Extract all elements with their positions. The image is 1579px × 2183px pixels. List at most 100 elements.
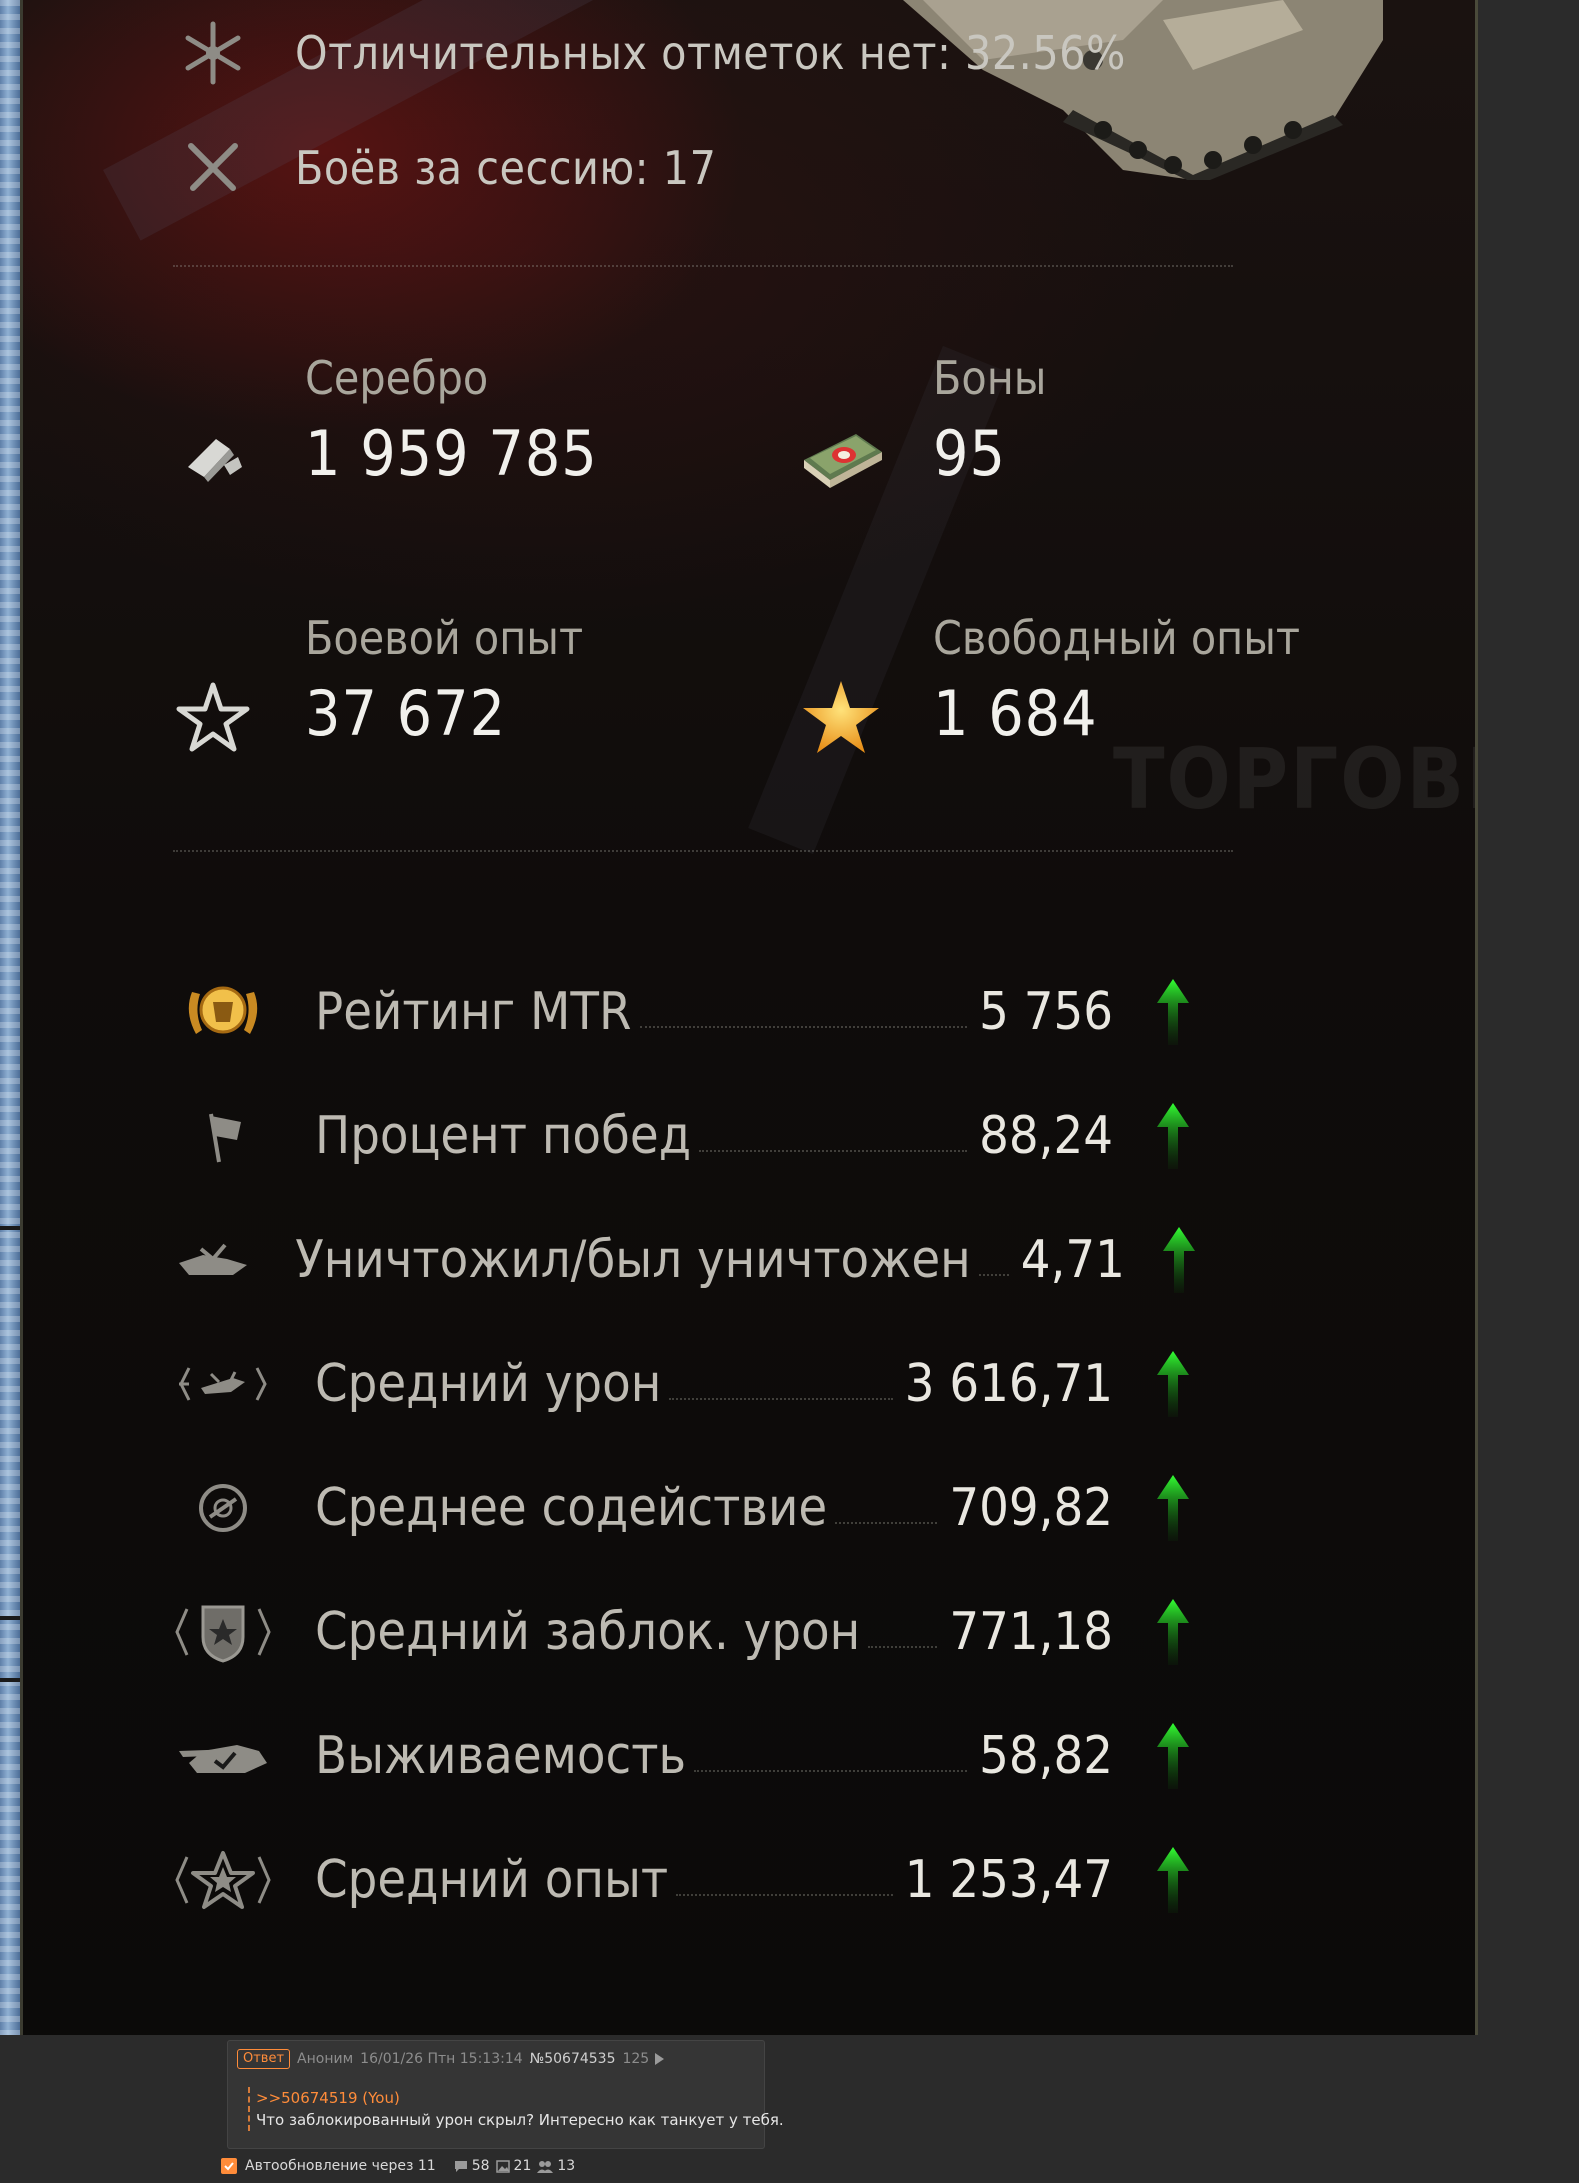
dotted-leader (699, 1150, 968, 1152)
stat-name: Средний опыт (315, 1850, 669, 1910)
star-outline-icon (163, 672, 263, 762)
stat-row-blocked-damage: Средний заблок. урон 771,18 (173, 1570, 1373, 1694)
stat-name: Уничтожил/был уничтожен (295, 1230, 971, 1290)
stat-row-kill-ratio: Уничтожил/был уничтожен 4,71 (173, 1198, 1373, 1322)
comment-icon (454, 2160, 468, 2173)
marks-text: Отличительных отметок нет: 32.56% (295, 26, 1126, 80)
silver-icon (163, 412, 263, 502)
trend-up-arrow-icon (1143, 1091, 1203, 1181)
star-gold-icon (791, 672, 891, 762)
marks-row: Отличительных отметок нет: 32.56% (173, 18, 1126, 88)
silver-value: 1 959 785 (305, 417, 598, 490)
avg-xp-icon (173, 1840, 273, 1920)
check-icon (224, 2162, 234, 2171)
destroyed-ratio-icon (173, 1220, 253, 1300)
screen: ТОРГОВЫ Отличительных (0, 0, 1579, 2183)
survival-icon (173, 1716, 273, 1796)
autoupdate-checkbox[interactable] (221, 2158, 237, 2174)
forum-post: Ответ Аноним 16/01/26 Птн 15:13:14 №5067… (227, 2040, 784, 2149)
trend-up-arrow-icon (1143, 967, 1203, 1057)
stat-value: 88,24 (979, 1106, 1113, 1166)
stat-value: 4,71 (1020, 1230, 1125, 1290)
users-count: 13 (557, 2158, 576, 2174)
blocked-damage-icon (173, 1592, 273, 1672)
stat-name: Среднее содействие (315, 1478, 828, 1538)
post-body: >>50674519 (You) Что заблокированный уро… (248, 2087, 784, 2131)
dotted-leader (835, 1522, 938, 1524)
users-icon (537, 2160, 554, 2173)
stat-row-avg-damage: Средний урон 3 616,71 (173, 1322, 1373, 1446)
stat-value: 1 253,47 (904, 1850, 1113, 1910)
battles-text: Боёв за сессию: 17 (295, 141, 717, 195)
trend-up-arrow-icon (1143, 1711, 1203, 1801)
left-edge-strip (0, 0, 20, 2035)
post-header: Ответ Аноним 16/01/26 Птн 15:13:14 №5067… (237, 2049, 665, 2069)
bonds-label: Боны (933, 351, 1047, 405)
separator (173, 850, 1233, 852)
stat-value: 5 756 (979, 982, 1113, 1042)
quote-link[interactable]: >>50674519 (You) (250, 2087, 784, 2109)
post-author: Аноним (297, 2051, 354, 2067)
assist-icon (173, 1468, 273, 1548)
free-xp-block: Свободный опыт 1 684 (791, 610, 1300, 762)
damage-icon (173, 1344, 273, 1424)
post-datetime: 16/01/26 Птн 15:13:14 (360, 2051, 523, 2067)
combat-xp-block: Боевой опыт 37 672 (163, 610, 583, 762)
dotted-leader (694, 1770, 968, 1772)
posts-count: 58 (471, 2158, 490, 2174)
trend-up-arrow-icon (1143, 1835, 1203, 1925)
stat-name: Рейтинг MTR (315, 982, 632, 1042)
stat-name: Средний урон (315, 1354, 662, 1414)
trend-up-arrow-icon (1143, 1339, 1203, 1429)
divider (0, 1678, 20, 1682)
free-xp-value: 1 684 (933, 677, 1098, 750)
silver-label: Серебро (305, 351, 489, 405)
dotted-leader (978, 1274, 1009, 1276)
reply-button[interactable]: Ответ (237, 2049, 291, 2069)
stat-name: Средний заблок. урон (315, 1602, 861, 1662)
post-message: Что заблокированный урон скрыл? Интересн… (256, 2111, 784, 2129)
stat-value: 3 616,71 (904, 1354, 1113, 1414)
expand-arrow-icon[interactable] (655, 2053, 665, 2065)
trend-up-arrow-icon (1155, 1215, 1203, 1305)
autoupdate-label: Автообновление через 11 (245, 2158, 436, 2174)
thread-status-bar: Автообновление через 11 58 21 13 (221, 2158, 575, 2174)
free-xp-label: Свободный опыт (933, 611, 1300, 665)
bonds-value: 95 (933, 417, 1006, 490)
divider (0, 1616, 20, 1620)
divider (0, 1226, 20, 1230)
stat-row-avg-assist: Среднее содействие 709,82 (173, 1446, 1373, 1570)
stat-name: Выживаемость (315, 1726, 687, 1786)
image-icon (495, 2159, 510, 2173)
dotted-leader (868, 1646, 938, 1648)
battles-row: Боёв за сессию: 17 (173, 133, 716, 203)
separator (173, 265, 1233, 267)
screenshot-image: ТОРГОВЫ Отличительных (20, 0, 1478, 2035)
combat-xp-value: 37 672 (305, 677, 507, 750)
stat-row-survival: Выживаемость 58,82 (173, 1694, 1373, 1818)
bonds-block: Боны 95 (791, 350, 1046, 502)
dotted-leader (639, 1026, 968, 1028)
mtr-rating-icon (173, 972, 273, 1052)
dotted-leader (669, 1398, 893, 1400)
stat-name: Процент побед (315, 1106, 692, 1166)
post-count: 125 (622, 2051, 650, 2067)
stat-row-mtr-rating: Рейтинг MTR 5 756 (173, 950, 1373, 1074)
trend-up-arrow-icon (1143, 1463, 1203, 1553)
stat-row-win-rate: Процент побед 88,24 (173, 1074, 1373, 1198)
trend-up-arrow-icon (1143, 1587, 1203, 1677)
marks-icon (173, 18, 253, 88)
silver-block: Серебро 1 959 785 (163, 350, 598, 502)
combat-xp-label: Боевой опыт (305, 611, 584, 665)
stat-row-avg-xp: Средний опыт 1 253,47 (173, 1818, 1373, 1942)
stat-value: 58,82 (979, 1726, 1113, 1786)
stat-value: 771,18 (949, 1602, 1113, 1662)
post-number-link[interactable]: №50674535 (530, 2051, 616, 2067)
stat-value: 709,82 (949, 1478, 1113, 1538)
crossed-swords-icon (173, 133, 253, 203)
bonds-icon (791, 412, 891, 502)
flag-icon (173, 1096, 273, 1176)
dotted-leader (676, 1894, 893, 1896)
stats-list: Рейтинг MTR 5 756 Процент побед 88,24 Ун… (173, 950, 1373, 1942)
images-count: 21 (513, 2158, 532, 2174)
